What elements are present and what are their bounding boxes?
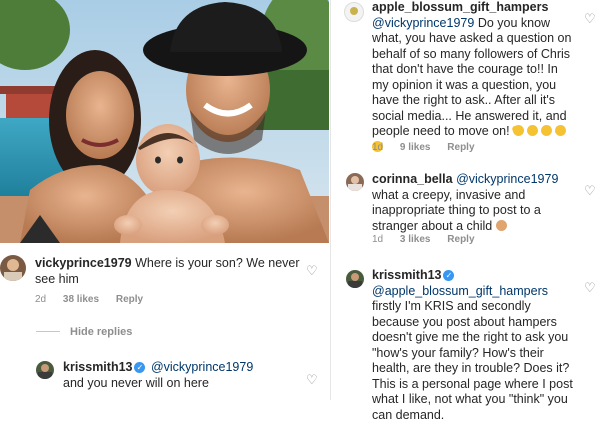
user-avatar-icon: [348, 273, 362, 288]
right-column: apple_blossum_gift_hampers @vickyprince1…: [332, 0, 600, 422]
selfie-photo-icon: [0, 0, 329, 243]
comment-time: 1d: [372, 142, 384, 153]
comment-text: what a creepy, invasive and inappropriat…: [372, 187, 541, 233]
comment-apple-blossum: apple_blossum_gift_hampers @vickyprince1…: [372, 0, 577, 155]
smile-emoji-icon: [527, 125, 539, 136]
comment-corinna-bella: corinna_bella @vickyprince1979 what a cr…: [372, 172, 577, 234]
comment-mention[interactable]: @vickyprince1979: [151, 360, 253, 374]
user-avatar-icon: [38, 364, 52, 379]
comment-meta: 1d 9 likes Reply: [372, 142, 489, 153]
reply-button[interactable]: Reply: [447, 234, 474, 245]
comment-username[interactable]: vickyprince1979: [35, 256, 132, 270]
avatar[interactable]: [344, 2, 364, 22]
smile-emoji-icon: [555, 125, 567, 136]
hide-replies-button[interactable]: Hide replies: [36, 326, 132, 338]
comment-text: firstly I'm KRIS and secondly because yo…: [372, 299, 573, 422]
post-photo: [0, 0, 329, 243]
left-column: vickyprince1979 Where is your son? We ne…: [0, 0, 330, 400]
like-heart-icon[interactable]: ♡: [584, 281, 596, 294]
comment-text: and you never will on here: [63, 375, 209, 390]
comment-username[interactable]: corinna_bella: [372, 172, 453, 186]
comment-time: 2d: [35, 294, 47, 305]
like-heart-icon[interactable]: ♡: [584, 184, 596, 197]
comment-meta: 2d 38 likes Reply: [35, 294, 157, 305]
verified-badge-icon: ✓: [134, 362, 146, 373]
comment-mention[interactable]: @vickyprince1979: [456, 172, 558, 186]
comment-time: 1d: [372, 234, 384, 245]
avatar[interactable]: [0, 255, 26, 281]
comment-likes[interactable]: 38 likes: [63, 294, 99, 305]
like-heart-icon[interactable]: ♡: [306, 373, 318, 386]
comment-username[interactable]: krissmith13: [372, 268, 441, 282]
comment-text: Do you know what, you have asked a quest…: [372, 15, 572, 139]
reply-button[interactable]: Reply: [116, 294, 143, 305]
comment-mention[interactable]: @vickyprince1979: [372, 16, 474, 30]
reply-button[interactable]: Reply: [447, 142, 474, 153]
user-avatar-icon: [4, 259, 22, 281]
avatar[interactable]: [36, 361, 54, 379]
like-heart-icon[interactable]: ♡: [306, 264, 318, 277]
person-emoji-icon: [495, 219, 507, 231]
clapping-emoji-icon: [511, 123, 526, 138]
user-avatar-icon: [350, 7, 358, 15]
comment-vickyprince1979: vickyprince1979 Where is your son? We ne…: [35, 256, 305, 287]
comment-username[interactable]: krissmith13: [63, 360, 132, 374]
verified-badge-icon: ✓: [443, 270, 455, 281]
hide-replies-label: Hide replies: [70, 326, 133, 338]
smile-emoji-icon: [541, 125, 553, 136]
divider-dash: [36, 331, 60, 332]
avatar[interactable]: [346, 173, 364, 191]
user-avatar-icon: [348, 176, 362, 191]
column-divider: [330, 0, 331, 400]
avatar[interactable]: [346, 270, 364, 288]
comment-mention[interactable]: @apple_blossum_gift_hampers: [372, 284, 548, 298]
comment-likes[interactable]: 3 likes: [400, 234, 431, 245]
comment-meta: 1d 3 likes Reply: [372, 234, 489, 245]
like-heart-icon[interactable]: ♡: [584, 12, 596, 25]
comment-likes[interactable]: 9 likes: [400, 142, 431, 153]
reply-krissmith13: krissmith13 ✓ @vickyprince1979 and you ne…: [63, 360, 303, 391]
comment-username[interactable]: apple_blossum_gift_hampers: [372, 0, 548, 14]
